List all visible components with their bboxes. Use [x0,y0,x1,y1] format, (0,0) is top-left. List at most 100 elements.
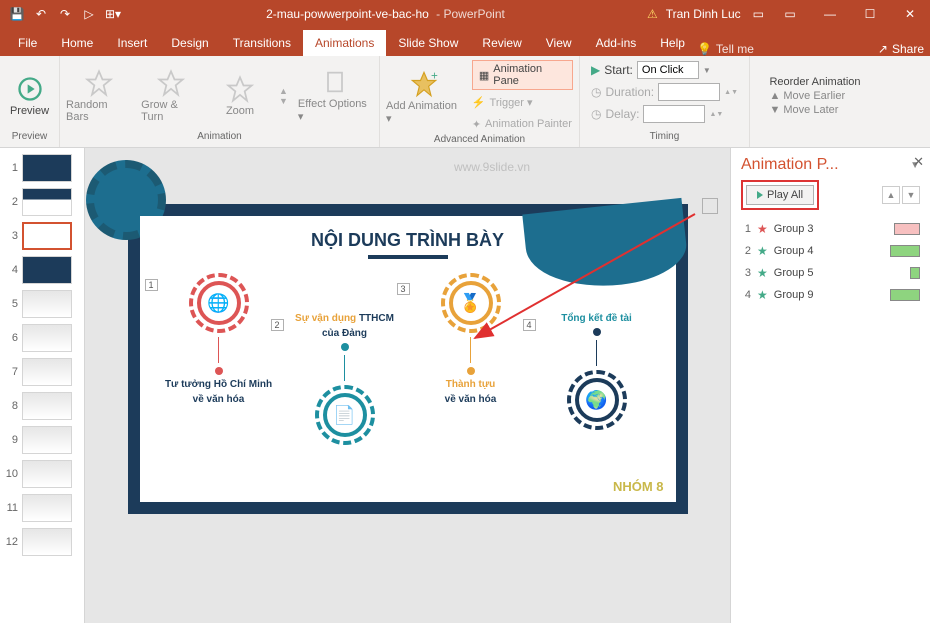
animation-item[interactable]: 2 ★ Group 4 [741,242,920,260]
animation-tag[interactable]: 4 [523,319,536,331]
duration-label: Duration: [605,85,654,99]
tell-me[interactable]: 💡Tell me [697,42,754,56]
move-down-button[interactable]: ▼ [902,186,920,204]
slide-thumb[interactable] [22,494,72,522]
slide-thumb-selected[interactable] [22,222,72,250]
slide-canvas[interactable]: www.9slide.vn NỘI DUNG TRÌNH BÀY 1 🌐 Tư … [85,148,730,623]
item-text: về văn hóa [445,394,497,405]
animation-pane: ✕ Animation P...▼ ▲ ▼ Play All 1 ★ Group… [730,148,930,623]
tab-addins[interactable]: Add-ins [584,30,649,56]
title-underline [368,255,448,259]
close-button[interactable]: ✕ [890,0,930,28]
spinner-icon[interactable]: ▲▼ [709,111,723,118]
thumb-num: 11 [4,502,18,514]
group-label-timing: Timing [650,131,680,145]
effect-options-icon [321,68,349,96]
maximize-button[interactable]: ☐ [850,0,890,28]
thumb-num: 10 [4,468,18,480]
duration-input[interactable] [658,83,720,101]
account-icon: ▭ [753,7,764,21]
tab-help[interactable]: Help [648,30,697,56]
animation-tag[interactable]: 2 [271,319,284,331]
chevron-down-icon[interactable]: ▼ [703,66,711,75]
start-icon: ▶ [591,63,600,77]
star-icon: ★ [757,288,768,302]
item-num: 1 [741,223,751,235]
move-earlier-button[interactable]: ▲ Move Earlier [769,90,860,102]
tab-review[interactable]: Review [470,30,533,56]
undo-icon[interactable]: ↶ [30,3,52,25]
globe-icon: 🌐 [197,281,241,325]
redo-icon[interactable]: ↷ [54,3,76,25]
slide-thumb[interactable] [22,392,72,420]
animation-tag[interactable]: 1 [145,279,158,291]
ribbon-tabs: File Home Insert Design Transitions Anim… [0,28,930,56]
item-text: của Đảng [322,328,367,339]
effect-random-bars[interactable]: Random Bars [66,69,131,123]
tab-view[interactable]: View [534,30,584,56]
play-all-button[interactable]: Play All [746,185,814,205]
touch-mode-icon[interactable]: ⊞▾ [102,3,124,25]
slide-thumb[interactable] [22,426,72,454]
delay-input[interactable] [643,105,705,123]
add-animation-button[interactable]: + Add Animation ▾ [386,70,462,125]
document-icon: 📄 [323,393,367,437]
content-item-3: 3 🏅 Thành tựu về văn hóa [411,273,531,445]
share-button[interactable]: ↗Share [878,42,924,56]
svg-text:+: + [431,70,438,82]
slide-thumb[interactable] [22,290,72,318]
spinner-icon[interactable]: ▲▼ [724,89,738,96]
slide-thumb[interactable] [22,324,72,352]
move-up-button[interactable]: ▲ [882,186,900,204]
tab-home[interactable]: Home [49,30,105,56]
thumb-num: 2 [4,196,18,208]
start-select[interactable] [637,61,699,79]
group-label-preview: Preview [12,131,48,145]
thumb-num: 12 [4,536,18,548]
move-later-button[interactable]: ▼ Move Later [769,104,860,116]
animation-item[interactable]: 3 ★ Group 5 [741,264,920,282]
ribbon-options-icon[interactable]: ▭ [770,0,810,28]
star-icon [157,69,185,97]
tab-file[interactable]: File [6,30,49,56]
effect-options-button[interactable]: Effect Options ▾ [298,68,373,123]
content-item-1: 1 🌐 Tư tưởng Hồ Chí Minh về văn hóa [159,273,279,445]
slide[interactable]: NỘI DUNG TRÌNH BÀY 1 🌐 Tư tưởng Hồ Chí M… [128,204,688,514]
effect-grow-turn[interactable]: Grow & Turn [141,69,201,123]
effects-more-icon[interactable]: ▲▼ [279,86,288,106]
preview-icon [16,75,44,103]
item-num: 2 [741,245,751,257]
tab-design[interactable]: Design [159,30,220,56]
animation-tag[interactable]: 3 [397,283,410,295]
group-label-animation: Animation [197,131,241,145]
trigger-button[interactable]: ⚡Trigger ▾ [472,92,573,112]
effect-zoom[interactable]: Zoom [211,75,269,117]
animation-item[interactable]: 4 ★ Group 9 [741,286,920,304]
globe-icon: 🌍 [575,378,619,422]
trigger-icon: ⚡ [472,96,486,109]
close-pane-button[interactable]: ✕ [913,154,924,170]
tab-slideshow[interactable]: Slide Show [386,30,470,56]
start-from-beginning-icon[interactable]: ▷ [78,3,100,25]
slide-thumb[interactable] [22,256,72,284]
preview-button[interactable]: Preview [1,75,59,117]
slide-thumb[interactable] [22,460,72,488]
animation-pane-button[interactable]: ▦Animation Pane [472,60,573,90]
tab-insert[interactable]: Insert [105,30,159,56]
animation-painter-button[interactable]: ✦Animation Painter [472,114,573,134]
slide-thumb[interactable] [22,154,72,182]
slide-thumb[interactable] [22,188,72,216]
save-icon[interactable]: 💾 [6,3,28,25]
slide-thumb[interactable] [22,528,72,556]
clock-icon: ◷ [591,107,601,121]
selection-marker [702,198,718,214]
slide-thumb[interactable] [22,358,72,386]
play-icon [757,191,763,199]
animation-item[interactable]: 1 ★ Group 3 [741,220,920,238]
group-label-advanced: Advanced Animation [434,134,525,145]
bulb-icon: 💡 [697,42,712,56]
user-info[interactable]: ⚠ Tran Dinh Luc ▭ [647,7,770,21]
minimize-button[interactable]: — [810,0,850,28]
tab-animations[interactable]: Animations [303,30,386,56]
tab-transitions[interactable]: Transitions [221,30,303,56]
